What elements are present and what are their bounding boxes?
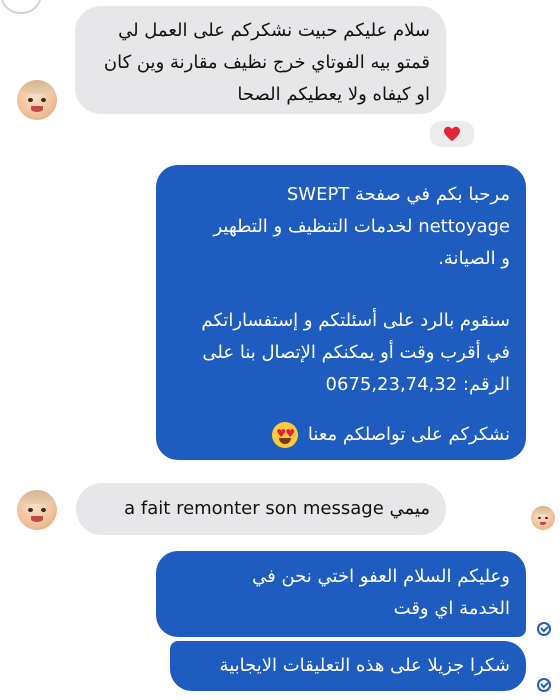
message-line: في أقرب وقت أو يمكنكم الإتصال بنا على	[202, 342, 510, 363]
sender-avatar[interactable]	[17, 80, 57, 120]
message-line: nettoyage لخدمات التنظيف و التطهير	[213, 216, 510, 237]
message-line: الرقم: 0675,23,74,32	[325, 374, 510, 395]
message-line: سنقوم بالرد على أسئلتكم و إستفساراتكم	[201, 310, 510, 331]
outgoing-message-bubble[interactable]: شكرا جزيلا على هذه التعليقات الايجابية	[170, 641, 526, 691]
incoming-message-bubble[interactable]: ميمي a fait remonter son message	[76, 483, 446, 535]
reaction-badge[interactable]	[428, 119, 476, 149]
heart-eyes-emoji-icon: ♥ ♥	[272, 422, 299, 448]
top-edge-icon	[0, 0, 42, 14]
message-text: ميمي a fait remonter son message	[124, 498, 430, 519]
outgoing-message-bubble[interactable]: وعليكم السلام العفو اختي نحن في الخدمة ا…	[156, 551, 526, 637]
message-line: الخدمة اي وقت	[393, 598, 510, 619]
message-line: و الصيانة.	[438, 248, 510, 269]
sent-check-icon	[537, 678, 551, 692]
sent-check-icon	[537, 622, 551, 636]
outgoing-message-bubble[interactable]: مرحبا بكم في صفحة SWEPT nettoyage لخدمات…	[156, 165, 526, 460]
sender-avatar[interactable]	[17, 490, 57, 530]
message-text: شكرا جزيلا على هذه التعليقات الايجابية	[219, 655, 510, 676]
message-line: نشكركم على تواصلكم معنا ♥ ♥	[166, 419, 510, 451]
incoming-message-bubble[interactable]: سلام عليكم حبيت نشكركم على العمل لي قمتو…	[75, 6, 446, 114]
red-heart-icon	[444, 126, 460, 142]
message-line: قمتو بيه الفوتاي خرج نظيف مقارنة وين كان	[103, 52, 430, 73]
message-line: او كيفاه ولا يعطيكم الصحا	[237, 84, 430, 105]
message-line: وعليكم السلام العفو اختي نحن في	[252, 566, 510, 587]
seen-by-avatar	[531, 506, 555, 530]
message-line: سلام عليكم حبيت نشكركم على العمل لي	[118, 20, 430, 41]
message-line: مرحبا بكم في صفحة SWEPT	[286, 184, 510, 205]
